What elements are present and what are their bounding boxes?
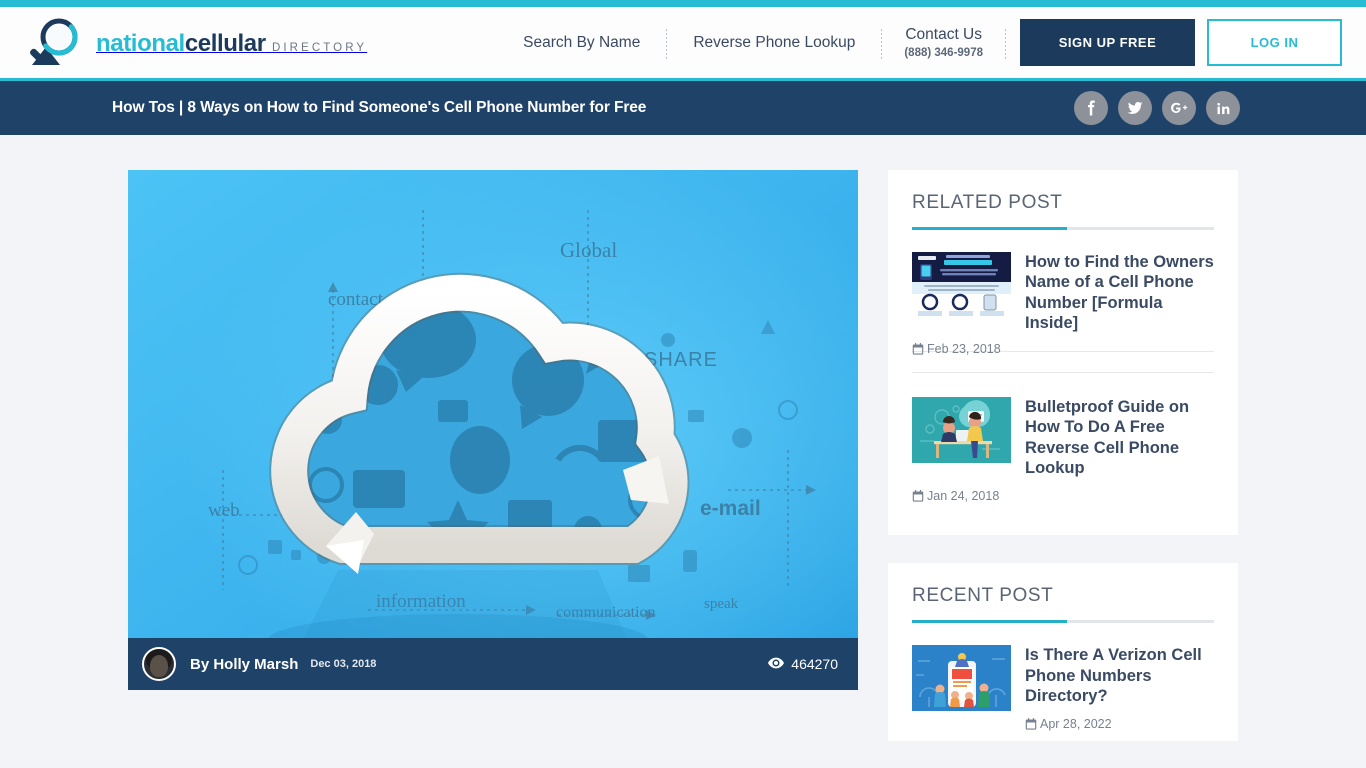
logo-word-cellular: cellular xyxy=(184,29,266,57)
post-date: Dec 03, 2018 xyxy=(310,658,377,670)
view-count-value: 464270 xyxy=(791,656,838,672)
svg-text:e-mail: e-mail xyxy=(700,497,761,520)
calendar-icon xyxy=(1025,718,1037,730)
calendar-icon xyxy=(912,490,924,502)
social-share-row xyxy=(1074,91,1240,125)
heading-rule xyxy=(912,227,1214,230)
magnifier-logo-icon xyxy=(26,17,86,69)
linkedin-icon[interactable] xyxy=(1206,91,1240,125)
cloud-illustration: contact Global SHARE web e-mail speak in… xyxy=(128,170,858,690)
featured-image: contact Global SHARE web e-mail speak in… xyxy=(128,170,858,690)
sidebar: RELATED POST How to Find the Owners Name… xyxy=(888,170,1238,768)
contact-phone-number: (888) 346-9978 xyxy=(904,47,983,59)
contact-us-block[interactable]: Contact Us (888) 346-9978 xyxy=(882,25,1005,61)
sign-up-free-button[interactable]: SIGN UP FREE xyxy=(1020,19,1195,66)
related-post-header: RELATED POST xyxy=(912,192,1214,230)
site-header: nationalcellular DIRECTORY Search By Nam… xyxy=(0,7,1366,78)
related-post-heading: RELATED POST xyxy=(912,192,1063,213)
author-bar: By Holly Marsh Dec 03, 2018 464270 xyxy=(128,638,858,690)
post-title-bar: How Tos | 8 Ways on How to Find Someone'… xyxy=(0,78,1366,135)
logo-tagline: DIRECTORY xyxy=(271,41,368,54)
recent-post-heading: RECENT POST xyxy=(912,585,1054,607)
related-post-card: RELATED POST How to Find the Owners Name… xyxy=(888,170,1238,536)
calendar-icon xyxy=(912,343,924,355)
eye-icon xyxy=(768,656,785,672)
nav-divider xyxy=(1005,26,1006,59)
post-thumbnail xyxy=(912,645,1011,712)
page-content: contact Global SHARE web e-mail speak in… xyxy=(0,135,1366,768)
nav-search-by-name[interactable]: Search By Name xyxy=(497,23,666,63)
primary-nav: Search By Name Reverse Phone Lookup Cont… xyxy=(497,19,1342,66)
author-name: By Holly Marsh xyxy=(190,655,299,673)
heading-rule xyxy=(912,620,1214,624)
svg-text:speak: speak xyxy=(704,596,739,612)
article-column: contact Global SHARE web e-mail speak in… xyxy=(128,170,858,690)
nav-reverse-phone-lookup[interactable]: Reverse Phone Lookup xyxy=(667,23,881,63)
log-in-button[interactable]: LOG IN xyxy=(1207,19,1342,66)
view-count: 464270 xyxy=(768,656,838,672)
list-item[interactable]: Bulletproof Guide on How To Do A Free Re… xyxy=(912,373,1214,478)
avatar xyxy=(142,647,176,681)
related-post-date: Feb 23, 2018 xyxy=(912,342,1214,374)
twitter-icon[interactable] xyxy=(1118,91,1152,125)
recent-post-card: RECENT POST Is There A Verizon Cell Phon… xyxy=(888,563,1238,742)
svg-text:Global: Global xyxy=(560,238,617,262)
related-post-date-value: Jan 24, 2018 xyxy=(927,489,1000,504)
svg-text:web: web xyxy=(208,500,240,521)
site-logo[interactable]: nationalcellular DIRECTORY xyxy=(26,17,367,69)
logo-word-national: national xyxy=(96,29,185,57)
related-post-date-value: Feb 23, 2018 xyxy=(927,342,1001,357)
related-post-date: Jan 24, 2018 xyxy=(912,489,1214,525)
post-thumbnail xyxy=(912,397,1011,464)
related-post-link[interactable]: Bulletproof Guide on How To Do A Free Re… xyxy=(1025,397,1214,478)
google-plus-icon[interactable] xyxy=(1162,91,1196,125)
recent-post-link[interactable]: Is There A Verizon Cell Phone Numbers Di… xyxy=(1025,645,1214,706)
list-item[interactable]: Is There A Verizon Cell Phone Numbers Di… xyxy=(912,623,1214,731)
recent-post-header: RECENT POST xyxy=(912,585,1214,624)
recent-post-date: Apr 28, 2022 xyxy=(1025,717,1214,731)
post-thumbnail xyxy=(912,252,1011,318)
contact-us-label: Contact Us xyxy=(905,25,982,43)
facebook-icon[interactable] xyxy=(1074,91,1108,125)
breadcrumb-post-title: How Tos | 8 Ways on How to Find Someone'… xyxy=(112,99,647,116)
recent-post-date-value: Apr 28, 2022 xyxy=(1040,717,1112,732)
top-accent-bar xyxy=(0,0,1366,7)
related-post-link[interactable]: How to Find the Owners Name of a Cell Ph… xyxy=(1025,252,1214,333)
list-item[interactable]: How to Find the Owners Name of a Cell Ph… xyxy=(912,230,1214,353)
